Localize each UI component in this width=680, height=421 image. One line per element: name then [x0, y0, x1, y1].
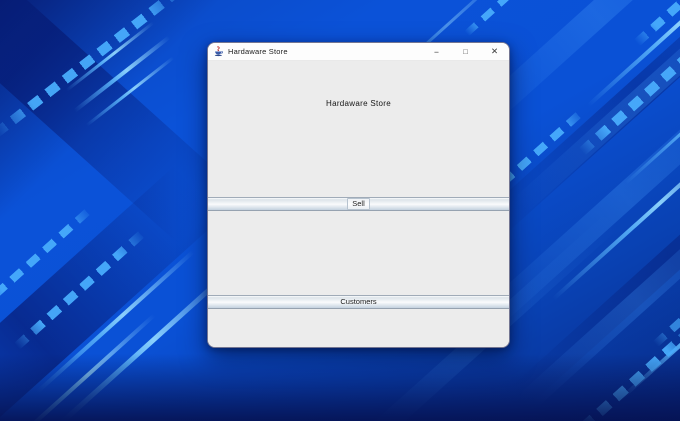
- background-dashes: [563, 324, 680, 421]
- background-dark-band: [479, 0, 680, 241]
- window-content: Hardaware Store Sell Customers: [208, 61, 509, 347]
- background-stripe: [73, 35, 171, 113]
- customers-panel: [208, 309, 509, 347]
- java-cup-icon: [213, 46, 224, 57]
- customers-button-label: Customers: [340, 297, 377, 307]
- background-stripe: [624, 48, 680, 185]
- background-dashes: [578, 34, 680, 156]
- store-panel: Hardaware Store: [208, 61, 509, 197]
- background-dashes: [652, 260, 680, 348]
- customers-button[interactable]: Customers: [208, 295, 509, 309]
- background-stripe: [372, 0, 508, 93]
- sell-panel: [208, 211, 509, 295]
- caption-buttons: − □ ✕: [422, 43, 509, 60]
- maximize-button[interactable]: □: [451, 43, 480, 60]
- background-stripe: [512, 0, 680, 215]
- background-dashes: [484, 107, 586, 201]
- background-stripe: [65, 21, 155, 92]
- desktop-background: Hardaware Store − □ ✕ Hardaware Store Se…: [0, 0, 680, 421]
- background-stripe: [586, 0, 680, 108]
- sell-button[interactable]: Sell: [208, 197, 509, 211]
- background-dark-band: [510, 79, 680, 407]
- background-stripe: [475, 32, 680, 334]
- background-dashes: [633, 0, 680, 47]
- window-titlebar: Hardaware Store − □ ✕: [208, 43, 509, 61]
- background-dashes: [464, 0, 536, 37]
- background-dark-band: [0, 0, 232, 244]
- background-dark-band: [0, 165, 223, 421]
- app-window: Hardaware Store − □ ✕ Hardaware Store Se…: [207, 42, 510, 348]
- window-title: Hardaware Store: [228, 47, 288, 56]
- background-stripe: [85, 56, 175, 127]
- background-stripe: [35, 250, 195, 394]
- background-dashes: [13, 229, 147, 350]
- background-stripe: [4, 313, 156, 421]
- background-stripe: [467, 0, 680, 134]
- background-dashes: [0, 0, 188, 138]
- close-button[interactable]: ✕: [480, 43, 509, 60]
- background-dashes: [0, 205, 94, 313]
- background-stripe: [619, 263, 680, 401]
- store-heading: Hardaware Store: [326, 99, 391, 108]
- sell-button-label: Sell: [347, 198, 370, 210]
- background-stripe: [57, 268, 233, 421]
- background-stripe: [552, 123, 680, 301]
- background-stripe: [516, 169, 680, 413]
- background-stripe: [339, 212, 621, 421]
- minimize-button[interactable]: −: [422, 43, 451, 60]
